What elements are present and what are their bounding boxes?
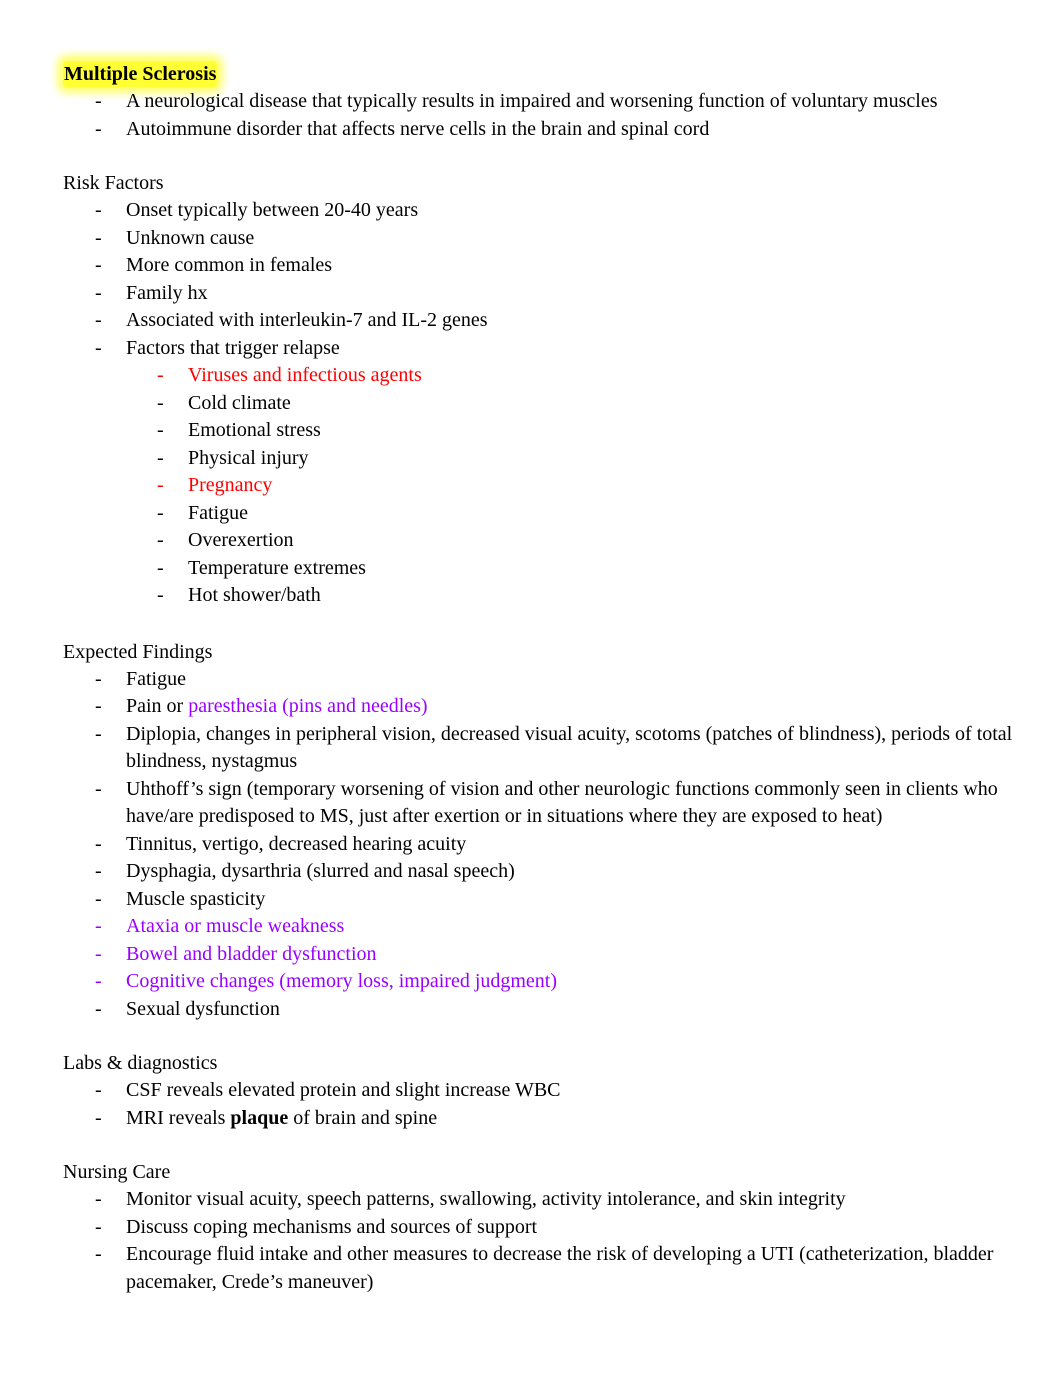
sub-list-item: Pregnancy [126, 472, 1013, 500]
list-item: Bowel and bladder dysfunction [63, 941, 1013, 969]
list-item: Tinnitus, vertigo, decreased hearing acu… [63, 831, 1013, 859]
list-item: Muscle spasticity [63, 886, 1013, 914]
sub-list-item: Fatigue [126, 500, 1013, 528]
list-item: Dysphagia, dysarthria (slurred and nasal… [63, 858, 1013, 886]
section-heading: Risk Factors [63, 172, 164, 194]
item-text: MRI reveals [126, 1106, 231, 1129]
section-heading: Expected Findings [63, 640, 213, 663]
list-item: Associated with interleukin-7 and IL-2 g… [63, 307, 1013, 335]
list-item: Pain or paresthesia (pins and needles) [63, 693, 1013, 721]
section-risk-factors: Risk Factors Onset typically between 20-… [63, 170, 1013, 610]
list-item: Cognitive changes (memory loss, impaired… [63, 968, 1013, 996]
section-heading: Labs & diagnostics [63, 1052, 218, 1074]
sub-list-item: Emotional stress [126, 417, 1013, 445]
sub-list-item: Cold climate [126, 390, 1013, 418]
item-text: Pain or [126, 695, 189, 717]
list-item: Ataxia or muscle weakness [63, 913, 1013, 941]
bold-text: plaque [230, 1106, 289, 1129]
relapse-triggers-list: Viruses and infectious agents Cold clima… [126, 362, 1013, 610]
title-row: Multiple Sclerosis [63, 60, 1013, 88]
list-item-relapse-triggers: Factors that trigger relapse Viruses and… [63, 335, 1013, 610]
section-labs-diagnostics: Labs & diagnostics CSF reveals elevated … [63, 1050, 1013, 1132]
section-expected-findings: Expected Findings Fatigue Pain or parest… [63, 639, 1013, 1024]
sub-list-item: Temperature extremes [126, 555, 1013, 583]
expected-findings-list: Fatigue Pain or paresthesia (pins and ne… [63, 666, 1013, 1024]
list-item: Encourage fluid intake and other measure… [63, 1241, 1013, 1296]
list-item: Autoimmune disorder that affects nerve c… [63, 116, 1013, 144]
labs-list: CSF reveals elevated protein and slight … [63, 1077, 1013, 1132]
list-item: Onset typically between 20-40 years [63, 197, 1013, 225]
relapse-triggers-label: Factors that trigger relapse [63, 335, 1013, 363]
sub-list-item: Overexertion [126, 527, 1013, 555]
item-text: of brain and spine [288, 1106, 438, 1129]
section-heading: Nursing Care [63, 1161, 171, 1183]
sub-list-item: Physical injury [126, 445, 1013, 473]
list-item: Sexual dysfunction [63, 996, 1013, 1024]
risk-factors-list: Onset typically between 20-40 years Unkn… [63, 197, 1013, 610]
list-item: MRI reveals plaque of brain and spine [63, 1105, 1013, 1133]
list-item: Unknown cause [63, 225, 1013, 253]
nursing-care-list: Monitor visual acuity, speech patterns, … [63, 1186, 1013, 1296]
list-item: CSF reveals elevated protein and slight … [63, 1077, 1013, 1105]
list-item: A neurological disease that typically re… [63, 88, 1013, 116]
highlighted-text: paresthesia (pins and needles) [188, 695, 428, 717]
list-item: Uhthoff’s sign (temporary worsening of v… [63, 776, 1013, 831]
list-item: More common in females [63, 252, 1013, 280]
list-item: Discuss coping mechanisms and sources of… [63, 1214, 1013, 1242]
document-title: Multiple Sclerosis [63, 61, 218, 87]
intro-list: A neurological disease that typically re… [63, 88, 1013, 143]
section-nursing-care: Nursing Care Monitor visual acuity, spee… [63, 1159, 1013, 1296]
sub-list-item: Hot shower/bath [126, 582, 1013, 610]
document-page: Multiple Sclerosis A neurological diseas… [63, 60, 1013, 1296]
list-item: Fatigue [63, 666, 1013, 694]
list-item: Diplopia, changes in peripheral vision, … [63, 721, 1013, 776]
list-item: Monitor visual acuity, speech patterns, … [63, 1186, 1013, 1214]
list-item: Family hx [63, 280, 1013, 308]
sub-list-item: Viruses and infectious agents [126, 362, 1013, 390]
